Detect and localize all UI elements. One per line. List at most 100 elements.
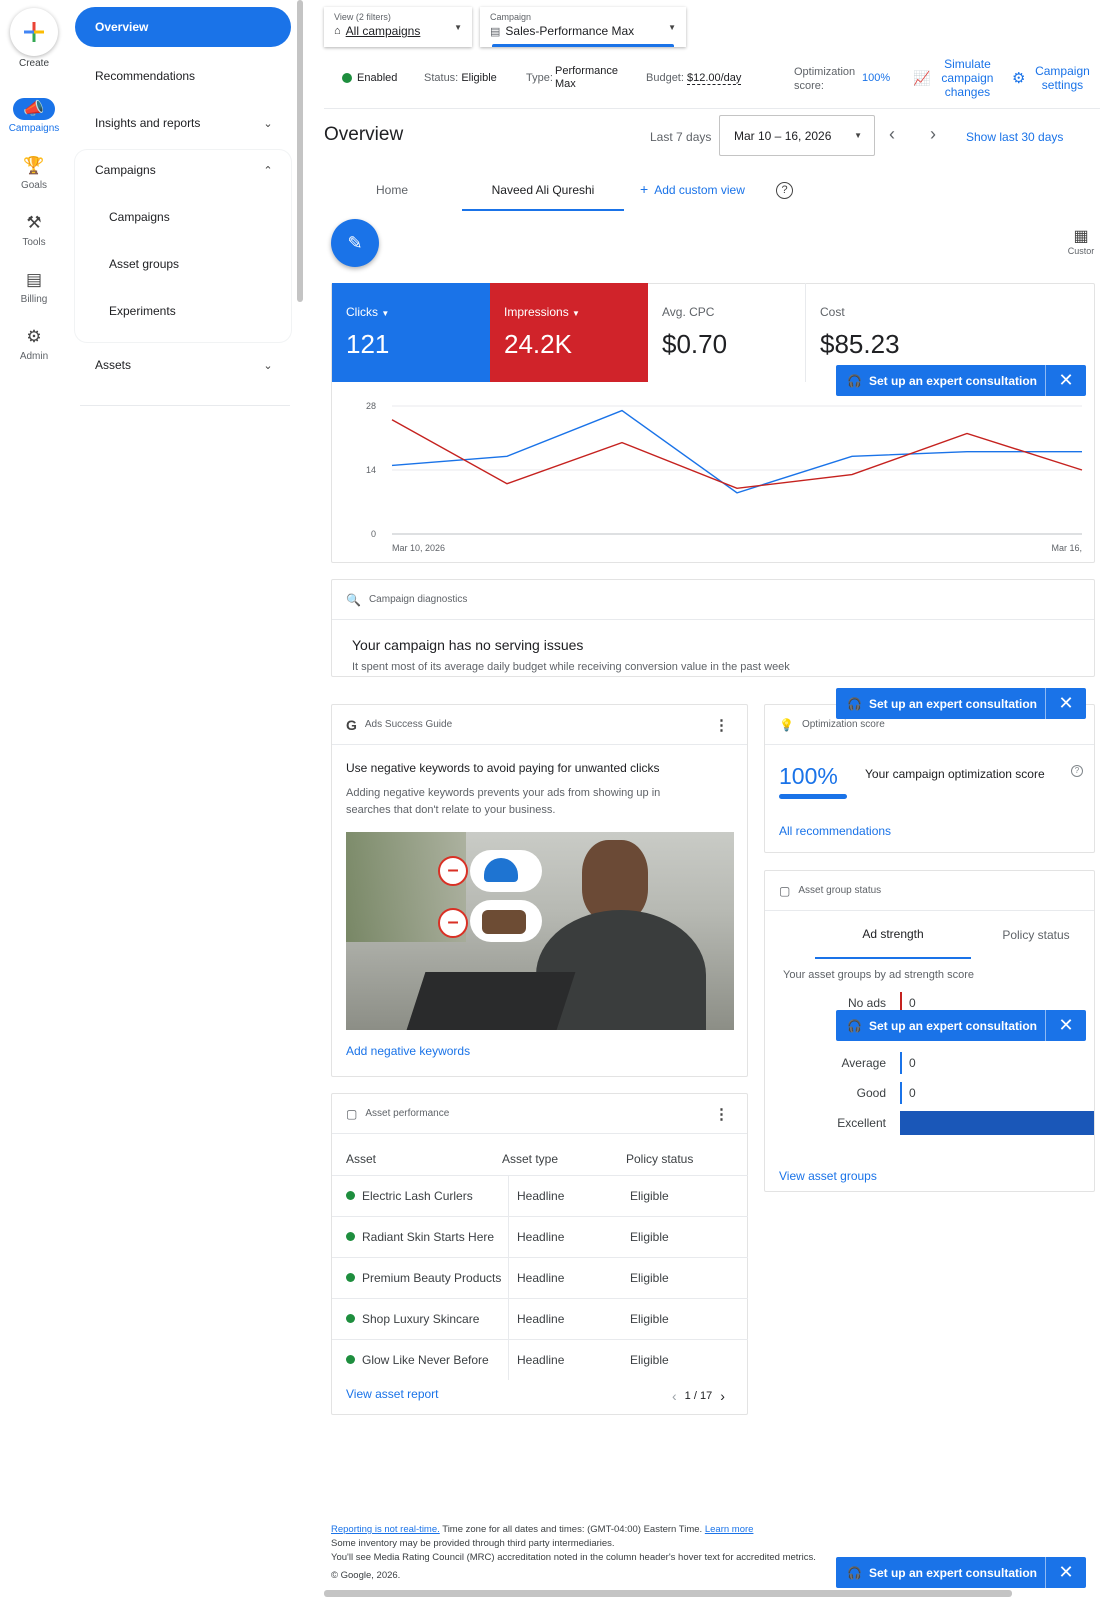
tab-ad-strength-label: Ad strength [862,927,924,941]
opt-help-icon[interactable]: ? [1071,765,1083,777]
rail-billing[interactable]: ▤ Billing [0,269,68,305]
col-asset-type[interactable]: Asset type [502,1152,558,1166]
cap-shape [484,858,518,882]
asset-perf-header-label: Asset performance [365,1108,450,1119]
y-tick-label: 28 [366,401,376,411]
metric-avg-cpc[interactable]: Avg. CPC $0.70 [648,283,806,382]
edit-fab-button[interactable]: ✎ [331,219,379,267]
table-row[interactable]: Electric Lash Curlers Headline Eligible [332,1175,748,1216]
col-policy-status[interactable]: Policy status [626,1152,693,1166]
chevron-down-icon: ⌄ [263,117,273,130]
add-custom-view-tab[interactable]: + Add custom view [640,182,745,197]
rail-campaigns[interactable]: 📣 Campaigns [0,98,68,134]
tab-user-label: Naveed Ali Qureshi [491,182,595,197]
next-period-button[interactable]: › [930,124,936,145]
all-recommendations-link[interactable]: All recommendations [779,824,891,838]
help-icon[interactable]: ? [776,182,793,199]
opt-header-label: Optimization score [801,719,885,730]
type-label: Type: [526,72,553,84]
learn-more-link[interactable]: Learn more [705,1524,754,1535]
nav-assets[interactable]: Assets ⌄ [95,355,275,375]
table-row[interactable]: Glow Like Never Before Headline Eligible [332,1339,748,1380]
close-icon[interactable]: ✕ [1046,1015,1086,1036]
table-row[interactable]: Premium Beauty Products Headline Eligible [332,1257,748,1298]
opt-score-big: 100% [779,763,838,789]
reporting-link[interactable]: Reporting is not real-time. [331,1524,440,1535]
optimization-score-card: 💡 Optimization score 100% Your campaign o… [764,704,1095,853]
asset-group-header: ▢ Asset group status [765,871,1094,911]
view-asset-report-link[interactable]: View asset report [346,1387,439,1401]
nav-insights[interactable]: Insights and reports ⌄ [95,113,275,133]
rail-admin[interactable]: ⚙ Admin [0,326,68,362]
pagination: ‹ 1 / 17 › [672,1388,725,1404]
metric-impressions[interactable]: Impressions ▼ 24.2K [490,283,648,382]
strength-label: Good [856,1086,886,1100]
customize-button[interactable]: ▦ Custor [1062,226,1100,256]
next-page-icon[interactable]: › [720,1388,725,1404]
nav-campaigns-section[interactable]: Campaigns ⌃ [95,160,275,180]
cost-label: Cost [820,305,845,319]
col-asset[interactable]: Asset [346,1152,376,1166]
campaign-filter-underline [492,44,674,47]
asset-perf-more-icon[interactable]: ⋮ [714,1105,729,1123]
view-filter-dropdown[interactable]: View (2 filters) ⌂ All campaigns ▼ [324,7,472,47]
rail-tools[interactable]: ⚒ Tools [0,212,68,248]
close-icon[interactable]: ✕ [1046,370,1086,391]
nav-experiments-label: Experiments [109,304,176,318]
date-range-picker[interactable]: Mar 10 – 16, 2026 ▼ [719,115,875,156]
nav-asset-groups[interactable]: Asset groups [109,254,269,274]
simulate-button[interactable]: 📈 Simulate campaign changes [913,56,999,100]
close-icon[interactable]: ✕ [1046,693,1086,714]
show-last-30-days[interactable]: Show last 30 days [966,130,1063,144]
opt-score-value[interactable]: 100% [862,72,890,84]
tab-home[interactable]: Home [376,183,408,197]
status-dot-icon [346,1355,355,1364]
rail-campaigns-label: Campaigns [8,123,60,134]
status-label: Status: [424,72,459,84]
nav-overview[interactable]: Overview [75,7,291,47]
horizontal-scrollbar[interactable] [324,1590,1012,1597]
add-negative-keywords-link[interactable]: Add negative keywords [346,1044,470,1058]
expert-consultation-button[interactable]: 🎧 Set up an expert consultation [836,1010,1046,1041]
series-line-impressions [391,419,1083,490]
nav-experiments[interactable]: Experiments [109,301,269,321]
gear-icon: ⚙ [26,327,42,346]
nav-recommendations[interactable]: Recommendations [95,66,275,86]
policy-status-cell: Eligible [630,1271,669,1285]
campaign-filter-dropdown[interactable]: Campaign ▤ Sales-Performance Max ▼ [480,7,686,47]
expert-consultation-button[interactable]: 🎧 Set up an expert consultation [836,365,1046,396]
campaign-filter-value: Sales-Performance Max [505,24,635,38]
guide-more-icon[interactable]: ⋮ [714,716,729,734]
tab-user-view[interactable]: Naveed Ali Qureshi [462,170,624,211]
guide-header: G Ads Success Guide [332,705,747,745]
prev-period-button[interactable]: ‹ [889,124,895,145]
policy-status-cell: Eligible [630,1189,669,1203]
expert-consultation-banner: 🎧 Set up an expert consultation ✕ [836,1557,1086,1588]
table-row[interactable]: Radiant Skin Starts Here Headline Eligible [332,1216,748,1257]
nav-overview-label: Overview [95,20,149,34]
rail-goals[interactable]: 🏆 Goals [0,155,68,191]
budget-field[interactable]: Budget: $12.00/day [646,72,742,85]
simulate-label: Simulate campaign changes [941,57,994,99]
x-tick-label: Mar 10, 2026 [392,543,445,553]
prev-page-icon[interactable]: ‹ [672,1388,677,1404]
trophy-icon: 🏆 [23,156,45,175]
tab-ad-strength[interactable]: Ad strength [815,911,971,959]
nav-scrollbar[interactable] [297,0,303,302]
expert-consultation-banner: 🎧 Set up an expert consultation ✕ [836,688,1086,719]
strength-value: 0 [909,1056,916,1070]
clicks-value: 121 [346,329,390,359]
expert-consultation-button[interactable]: 🎧 Set up an expert consultation [836,688,1046,719]
table-row[interactable]: Shop Luxury Skincare Headline Eligible [332,1298,748,1339]
view-asset-groups-link[interactable]: View asset groups [779,1169,877,1183]
footer-line3: You'll see Media Rating Council (MRC) ac… [331,1552,816,1563]
close-icon[interactable]: ✕ [1046,1562,1086,1583]
expert-consultation-button[interactable]: 🎧 Set up an expert consultation [836,1557,1046,1588]
nav-campaigns[interactable]: Campaigns [109,207,269,227]
tab-policy-status[interactable]: Policy status [977,911,1095,959]
campaign-filter-label: Campaign [490,12,532,22]
create-button[interactable] [10,8,58,56]
metric-clicks[interactable]: Clicks ▼ 121 [332,283,490,382]
plus-icon [24,22,44,42]
campaign-settings-button[interactable]: ⚙ Campaign settings [1012,56,1098,100]
